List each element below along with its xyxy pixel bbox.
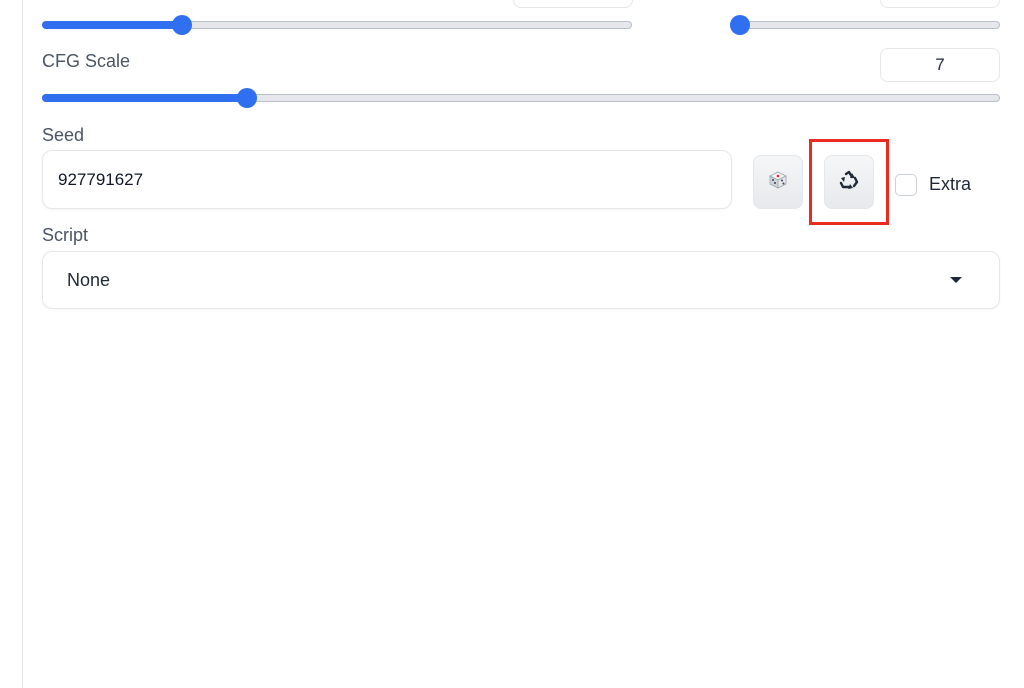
seed-input[interactable]: 927791627: [42, 150, 732, 209]
top-right-slider[interactable]: [730, 15, 1000, 35]
dice-icon: [768, 170, 788, 195]
script-selected-value: None: [67, 269, 111, 290]
slider-thumb[interactable]: [730, 15, 751, 35]
settings-panel: CFG Scale 7 Seed 927791627 Extra Script …: [0, 0, 1024, 688]
extra-checkbox-label[interactable]: Extra: [929, 174, 971, 195]
cfg-scale-slider[interactable]: [42, 88, 1000, 108]
extra-checkbox[interactable]: [895, 174, 917, 196]
seed-value: 927791627: [58, 169, 144, 189]
top-left-slider[interactable]: [42, 15, 632, 35]
slider-fill: [42, 21, 182, 29]
slider-fill: [42, 94, 247, 102]
highlight-box: [809, 139, 889, 225]
script-label: Script: [42, 225, 89, 245]
caret-down-icon: [950, 277, 962, 283]
cfg-scale-label: CFG Scale: [42, 51, 131, 71]
slider-thumb[interactable]: [171, 15, 192, 35]
random-seed-button[interactable]: [753, 155, 803, 209]
slider-thumb[interactable]: [237, 88, 257, 108]
slider-track: [731, 21, 1000, 29]
cfg-scale-number-input[interactable]: 7: [880, 48, 1000, 82]
top-right-number-input[interactable]: [880, 0, 1000, 8]
script-dropdown[interactable]: None: [42, 251, 1000, 309]
seed-label: Seed: [42, 125, 85, 145]
top-left-number-input[interactable]: [513, 0, 633, 8]
panel-divider: [22, 0, 23, 688]
